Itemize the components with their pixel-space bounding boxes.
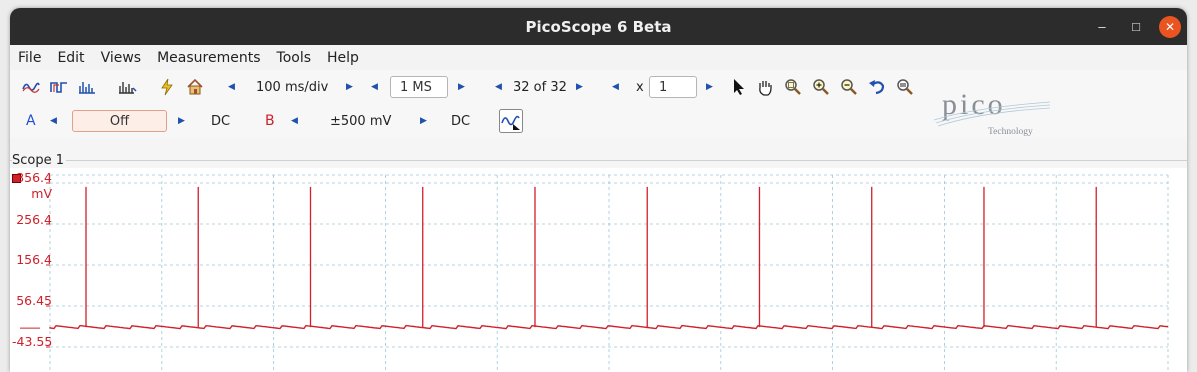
menu-file[interactable]: File bbox=[18, 50, 41, 66]
channel-a-label[interactable]: A bbox=[26, 104, 36, 138]
scope-chart[interactable] bbox=[10, 168, 1187, 372]
menu-tools[interactable]: Tools bbox=[277, 50, 312, 66]
timebase-prev-arrow[interactable]: ◀ bbox=[228, 70, 235, 104]
scope-mode-icon[interactable] bbox=[22, 70, 40, 104]
pico-technology-logo: pico Technology bbox=[932, 88, 1052, 140]
logo-wordmark: pico bbox=[942, 90, 1006, 121]
persistence-mode-icon[interactable] bbox=[50, 70, 68, 104]
channel-b-coupling[interactable]: DC bbox=[451, 104, 470, 138]
window-title: PicoScope 6 Beta bbox=[525, 17, 672, 36]
timebase-next-arrow[interactable]: ▶ bbox=[346, 70, 353, 104]
y-axis-label-256: 256.4 bbox=[16, 212, 52, 227]
zoom-prefix: x bbox=[636, 79, 644, 95]
auto-setup-icon[interactable] bbox=[158, 70, 176, 104]
zoom-next-arrow[interactable]: ▶ bbox=[706, 70, 713, 104]
channel-options-icon[interactable] bbox=[499, 104, 523, 138]
y-axis-label-156: 156.4 bbox=[16, 252, 52, 267]
scope-view-title: Scope 1 bbox=[12, 153, 67, 168]
samples-field[interactable]: 1 MS bbox=[390, 76, 448, 98]
channel-b-range-value[interactable]: ±500 mV bbox=[330, 104, 391, 138]
channel-b-label[interactable]: B bbox=[265, 104, 275, 138]
minimize-button[interactable]: – bbox=[1091, 16, 1113, 38]
samples-next-arrow[interactable]: ▶ bbox=[458, 70, 465, 104]
samples-prev-arrow[interactable]: ◀ bbox=[371, 70, 378, 104]
buffer-prev-arrow[interactable]: ◀ bbox=[495, 70, 502, 104]
undo-zoom-icon[interactable] bbox=[868, 70, 886, 104]
spectrum-mode-icon[interactable] bbox=[78, 70, 96, 104]
zoom-factor-input[interactable]: 1 bbox=[649, 76, 697, 98]
channel-a-range-next-arrow[interactable]: ▶ bbox=[178, 104, 185, 138]
menu-measurements[interactable]: Measurements bbox=[157, 50, 260, 66]
channel-a-range-prev-arrow[interactable]: ◀ bbox=[50, 104, 57, 138]
menu-help[interactable]: Help bbox=[327, 50, 359, 66]
channel-b-range-next-arrow[interactable]: ▶ bbox=[420, 104, 427, 138]
scope-plot-area[interactable] bbox=[10, 168, 1187, 372]
channel-a-range-select[interactable]: Off bbox=[72, 110, 167, 132]
spectrum-settings-icon[interactable] bbox=[118, 70, 138, 104]
menu-views[interactable]: Views bbox=[101, 50, 142, 66]
zoom-in-icon[interactable] bbox=[812, 70, 830, 104]
hand-tool-icon[interactable] bbox=[756, 70, 774, 104]
y-axis-label-56: 56.45 bbox=[16, 293, 52, 308]
timebase-value[interactable]: 100 ms/div bbox=[256, 70, 328, 104]
pointer-tool-icon[interactable] bbox=[732, 70, 746, 104]
maximize-button[interactable]: □ bbox=[1125, 16, 1147, 38]
zoom-prev-arrow[interactable]: ◀ bbox=[612, 70, 619, 104]
zoom-fit-icon[interactable] bbox=[896, 70, 914, 104]
title-bar[interactable]: PicoScope 6 Beta – □ ✕ bbox=[10, 8, 1187, 45]
buffer-position: 32 of 32 bbox=[513, 79, 567, 95]
close-button[interactable]: ✕ bbox=[1159, 15, 1181, 38]
buffer-next-arrow[interactable]: ▶ bbox=[576, 70, 583, 104]
channel-a-coupling[interactable]: DC bbox=[211, 104, 230, 138]
menu-bar: File Edit Views Measurements Tools Help bbox=[10, 45, 1187, 70]
app-window: PicoScope 6 Beta – □ ✕ File Edit Views M… bbox=[10, 8, 1187, 372]
y-axis-label-neg43: -43.55 bbox=[12, 334, 53, 349]
channel-b-range-prev-arrow[interactable]: ◀ bbox=[291, 104, 298, 138]
logo-subtext: Technology bbox=[988, 127, 1033, 137]
y-axis-label-top: 356.4 bbox=[16, 170, 52, 185]
menu-edit[interactable]: Edit bbox=[57, 50, 84, 66]
y-axis-unit: mV bbox=[31, 186, 52, 201]
zoom-out-icon[interactable] bbox=[840, 70, 858, 104]
zoom-area-icon[interactable] bbox=[784, 70, 802, 104]
home-icon[interactable] bbox=[186, 70, 204, 104]
